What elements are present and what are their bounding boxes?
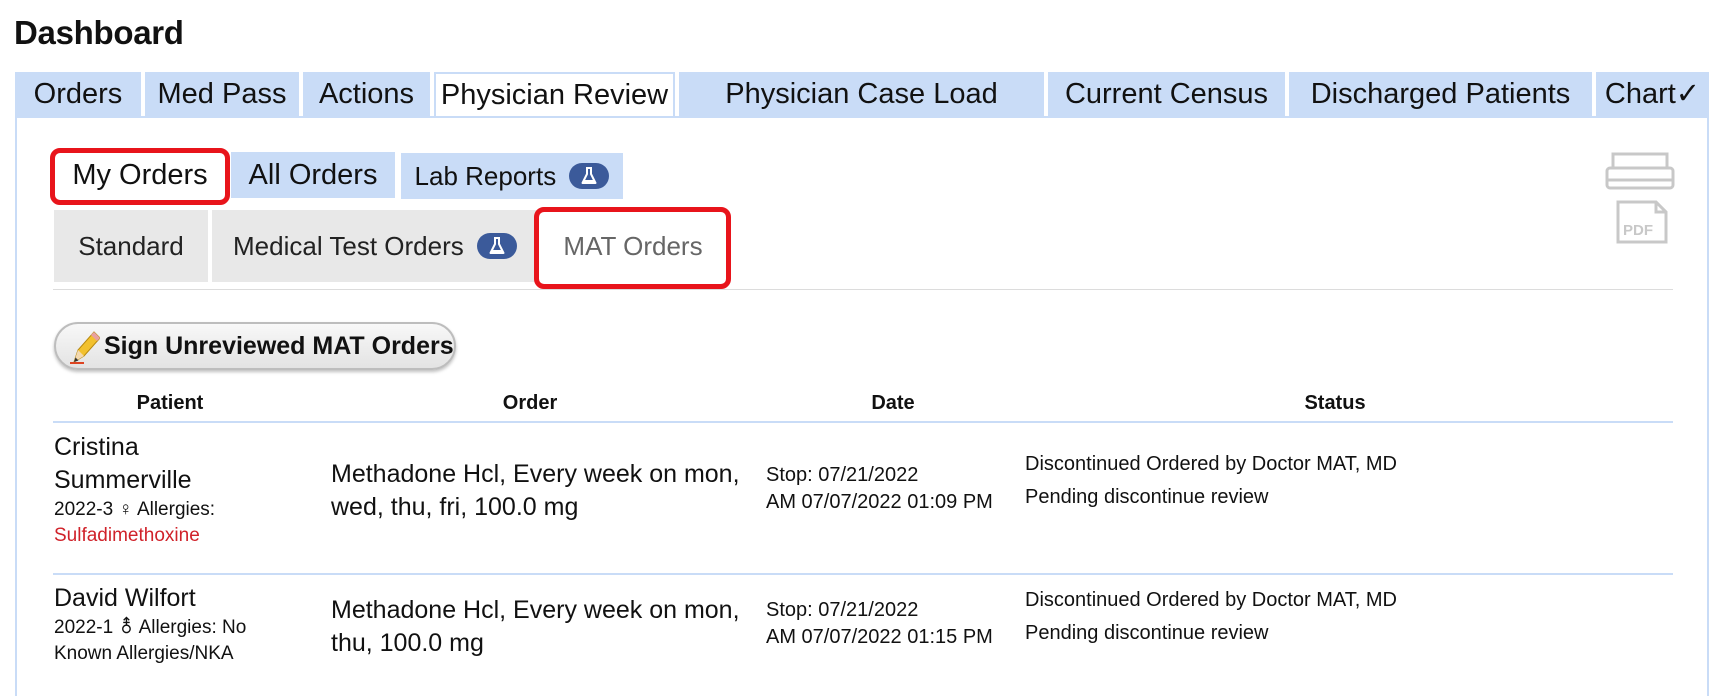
patient-name-line: Cristina <box>54 433 139 461</box>
allergy-value: Sulfadimethoxine <box>54 525 200 546</box>
allergies-label: Allergies: <box>136 499 216 520</box>
tab-physician-case-load[interactable]: Physician Case Load <box>679 72 1044 116</box>
status-line: Pending discontinue review <box>1025 486 1269 508</box>
order-line: Methadone Hcl, Every week on mon, <box>331 460 740 488</box>
pdf-label: PDF <box>1623 222 1653 239</box>
patient-id: 2022-3 <box>54 499 114 520</box>
patient-id: 2022-1 <box>54 617 114 638</box>
lab-reports-label: Lab Reports <box>414 161 557 191</box>
gender-icon: ⚨ <box>118 617 135 638</box>
tab-med-pass[interactable]: Med Pass <box>145 72 299 116</box>
table-row-patient: David Wilfort 2022-1 ⚨ Allergies: No Kno… <box>54 582 314 667</box>
column-header-patient[interactable]: Patient <box>110 392 230 415</box>
patient-name[interactable]: Cristina Summerville <box>54 431 314 497</box>
order-description[interactable]: Methadone Hcl, Every week on mon, wed, th… <box>331 458 751 524</box>
tab-my-orders[interactable]: My Orders <box>54 152 226 198</box>
sign-button-label: Sign Unreviewed MAT Orders <box>104 332 454 360</box>
status-line: Discontinued Ordered by Doctor MAT, MD <box>1025 453 1397 475</box>
tab-standard[interactable]: Standard <box>54 210 208 282</box>
patient-name[interactable]: David Wilfort <box>54 582 314 615</box>
tab-mat-orders[interactable]: MAT Orders <box>540 210 726 282</box>
patient-meta: 2022-3 ♀ Allergies: <box>54 497 314 523</box>
flask-icon <box>476 233 517 260</box>
patient-meta: 2022-1 ⚨ Allergies: No <box>54 615 314 641</box>
column-header-status[interactable]: Status <box>1275 392 1395 415</box>
pdf-icon[interactable]: PDF <box>1614 200 1670 249</box>
allergies-label: Allergies: No <box>138 617 247 638</box>
medical-test-orders-label: Medical Test Orders <box>233 231 464 261</box>
date-line: AM 07/07/2022 01:09 PM <box>766 491 993 513</box>
order-status: Discontinued Ordered by Doctor MAT, MD Pe… <box>1025 448 1625 514</box>
tab-medical-test-orders[interactable]: Medical Test Orders <box>212 210 538 282</box>
date-line: Stop: 07/21/2022 <box>766 599 919 621</box>
status-line: Discontinued Ordered by Doctor MAT, MD <box>1025 589 1397 611</box>
date-line: AM 07/07/2022 01:15 PM <box>766 626 993 648</box>
allergy-value: Known Allergies/NKA <box>54 643 234 664</box>
order-date: Stop: 07/21/2022 AM 07/07/2022 01:09 PM <box>766 462 1026 516</box>
row-divider <box>53 573 1673 575</box>
top-tab-bar: Orders Med Pass Actions Physician Review… <box>15 72 1709 118</box>
tab-discharged-patients[interactable]: Discharged Patients <box>1289 72 1592 116</box>
date-line: Stop: 07/21/2022 <box>766 464 919 486</box>
column-header-order[interactable]: Order <box>470 392 590 415</box>
order-line: thu, 100.0 mg <box>331 629 484 657</box>
tab-physician-review[interactable]: Physician Review <box>434 72 675 118</box>
tab-actions[interactable]: Actions <box>303 72 430 116</box>
patient-name-line: Summerville <box>54 466 192 494</box>
order-date: Stop: 07/21/2022 AM 07/07/2022 01:15 PM <box>766 597 1026 651</box>
table-row-patient: Cristina Summerville 2022-3 ♀ Allergies: … <box>54 431 314 549</box>
column-header-date[interactable]: Date <box>833 392 953 415</box>
order-line: Methadone Hcl, Every week on mon, <box>331 596 740 624</box>
sign-unreviewed-mat-orders-button[interactable]: Sign Unreviewed MAT Orders <box>54 322 456 370</box>
tab-all-orders[interactable]: All Orders <box>231 152 395 198</box>
tab-lab-reports[interactable]: Lab Reports <box>401 153 623 199</box>
header-divider <box>53 421 1673 423</box>
tab-chart[interactable]: Chart✓ <box>1596 72 1709 116</box>
status-line: Pending discontinue review <box>1025 622 1269 644</box>
print-icon[interactable] <box>1605 152 1675 197</box>
order-line: wed, thu, fri, 100.0 mg <box>331 493 579 521</box>
tab-current-census[interactable]: Current Census <box>1048 72 1285 116</box>
female-icon: ♀ <box>118 499 133 520</box>
pencil-icon <box>68 328 101 378</box>
page-title: Dashboard <box>14 14 184 51</box>
divider <box>53 289 1673 290</box>
order-description[interactable]: Methadone Hcl, Every week on mon, thu, 10… <box>331 594 751 660</box>
order-status: Discontinued Ordered by Doctor MAT, MD Pe… <box>1025 584 1625 650</box>
flask-icon <box>569 163 610 190</box>
tab-orders[interactable]: Orders <box>15 72 141 116</box>
